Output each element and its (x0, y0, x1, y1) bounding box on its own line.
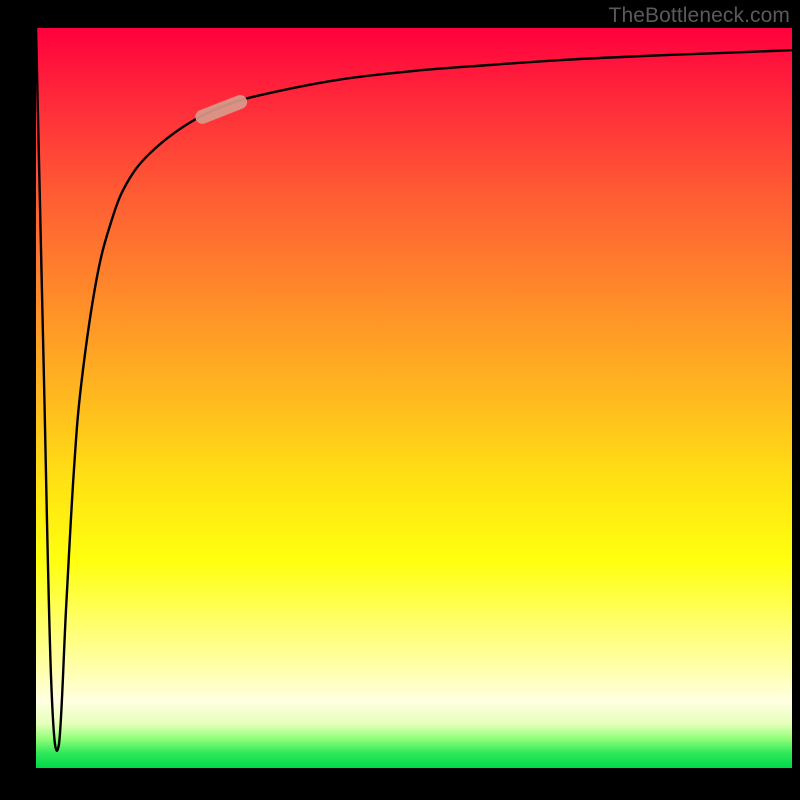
chart-stage: TheBottleneck.com (0, 0, 800, 800)
curve-marker (202, 102, 240, 117)
bottleneck-curve (36, 28, 792, 751)
attribution-text: TheBottleneck.com (609, 4, 790, 28)
curve-layer (36, 28, 792, 768)
